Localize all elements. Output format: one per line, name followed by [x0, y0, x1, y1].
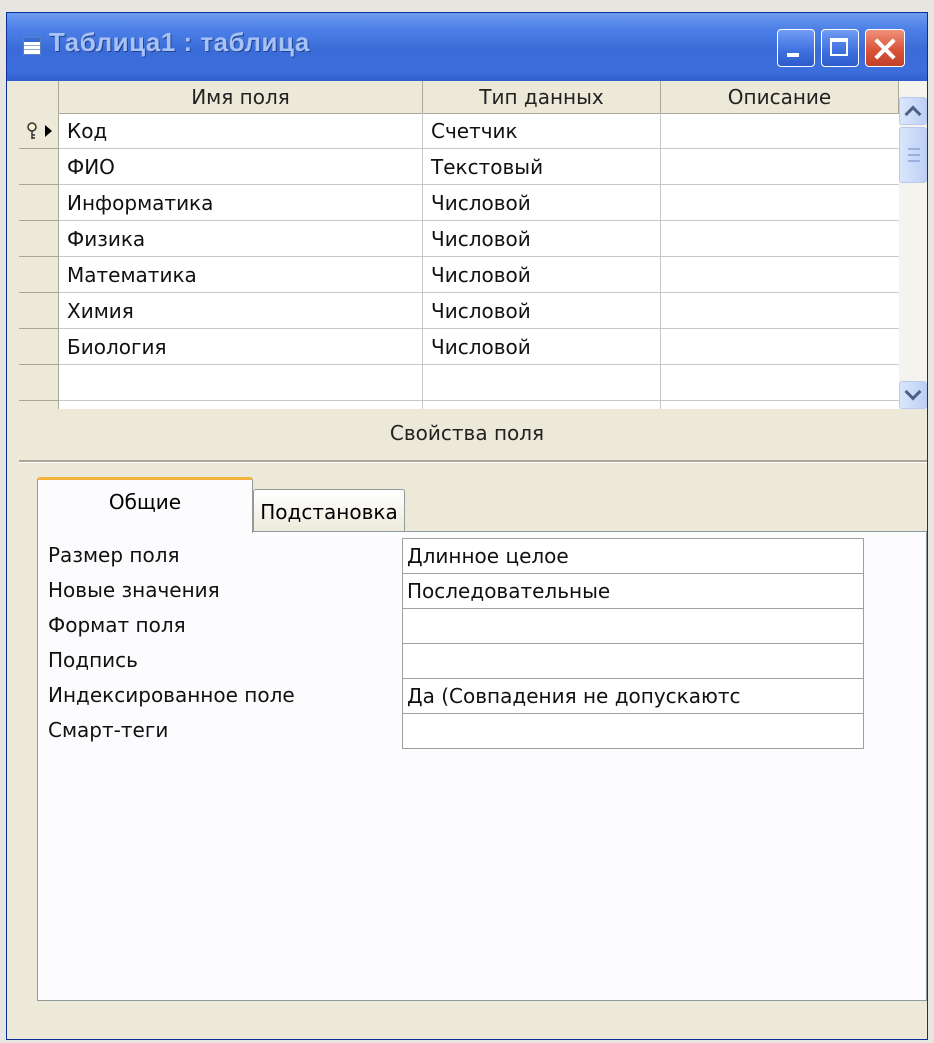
data-type-cell[interactable]: Текстовый	[423, 149, 661, 185]
column-header-data-type[interactable]: Тип данных	[423, 81, 661, 113]
table-row[interactable]	[19, 401, 899, 409]
scroll-up-button[interactable]	[899, 97, 927, 125]
table-row[interactable]: Биология Числовой	[19, 329, 899, 365]
description-cell[interactable]	[661, 293, 899, 329]
table-row[interactable]: Химия Числовой	[19, 293, 899, 329]
column-header-description[interactable]: Описание	[661, 81, 899, 113]
vertical-scrollbar[interactable]	[899, 81, 927, 409]
field-name-cell[interactable]: Физика	[59, 221, 423, 257]
scroll-thumb[interactable]	[899, 127, 927, 183]
tab-lookup[interactable]: Подстановка	[253, 489, 405, 535]
row-selector[interactable]	[19, 293, 59, 329]
field-properties-caption: Свойства поля	[389, 421, 545, 445]
description-cell[interactable]	[661, 365, 899, 401]
window-title: Таблица1 : таблица	[49, 27, 310, 57]
property-row: Новые значения Последовательные	[38, 573, 868, 609]
property-row: Подпись	[38, 643, 868, 679]
property-value-field[interactable]	[402, 713, 864, 749]
table-row[interactable]: Физика Числовой	[19, 221, 899, 257]
tab-general[interactable]: Общие	[37, 477, 253, 533]
description-cell[interactable]	[661, 401, 899, 409]
row-selector[interactable]	[19, 365, 59, 401]
field-name-cell[interactable]: Информатика	[59, 185, 423, 221]
column-header-field-name[interactable]: Имя поля	[59, 81, 423, 113]
property-label: Размер поля	[48, 543, 180, 567]
chevron-down-icon	[904, 383, 922, 401]
close-button[interactable]	[865, 29, 905, 67]
field-grid: Имя поля Тип данных Описание Код Счетчик Ф…	[19, 81, 899, 409]
property-value-field[interactable]: Последовательные	[402, 573, 864, 609]
header-corner[interactable]	[19, 81, 59, 113]
table-row[interactable]: ФИО Текстовый	[19, 149, 899, 185]
description-cell[interactable]	[661, 185, 899, 221]
field-name-cell[interactable]: Код	[59, 113, 423, 149]
primary-key-icon	[27, 122, 37, 139]
property-row: Размер поля Длинное целое	[38, 538, 868, 574]
property-value-field[interactable]	[402, 643, 864, 679]
table-design-window: Таблица1 : таблица Имя поля Тип данных О…	[6, 12, 928, 1040]
grid-header: Имя поля Тип данных Описание	[19, 81, 899, 114]
data-type-cell[interactable]: Числовой	[423, 329, 661, 365]
general-properties-panel: Размер поля Длинное целое Новые значения По…	[37, 531, 927, 1001]
field-name-cell[interactable]: Математика	[59, 257, 423, 293]
field-name-cell[interactable]	[59, 365, 423, 401]
property-value-field[interactable]: Да (Совпадения не допускаютс	[402, 678, 864, 714]
property-row: Формат поля	[38, 608, 868, 644]
row-selector[interactable]	[19, 329, 59, 365]
data-type-cell[interactable]: Счетчик	[423, 113, 661, 149]
table-icon	[23, 37, 41, 55]
property-label: Подпись	[48, 648, 138, 672]
property-row: Индексированное поле Да (Совпадения не до…	[38, 678, 868, 714]
pane-divider[interactable]	[19, 460, 927, 463]
field-name-cell[interactable]	[59, 401, 423, 409]
title-bar[interactable]: Таблица1 : таблица	[7, 13, 927, 81]
row-selector[interactable]	[19, 257, 59, 293]
scroll-down-button[interactable]	[899, 381, 927, 409]
current-row-arrow-icon	[45, 125, 52, 137]
field-name-cell[interactable]: Биология	[59, 329, 423, 365]
field-name-cell[interactable]: ФИО	[59, 149, 423, 185]
row-selector[interactable]	[19, 149, 59, 185]
property-row: Смарт-теги	[38, 713, 868, 749]
desktop-frame	[0, 0, 934, 12]
row-selector[interactable]	[19, 113, 59, 149]
field-name-cell[interactable]: Химия	[59, 293, 423, 329]
description-cell[interactable]	[661, 329, 899, 365]
table-row[interactable]	[19, 365, 899, 401]
row-selector[interactable]	[19, 401, 59, 409]
data-type-cell[interactable]: Числовой	[423, 293, 661, 329]
row-selector[interactable]	[19, 185, 59, 221]
property-value-field[interactable]	[402, 608, 864, 644]
data-type-cell[interactable]: Числовой	[423, 257, 661, 293]
property-label: Индексированное поле	[48, 683, 295, 707]
description-cell[interactable]	[661, 113, 899, 149]
table-row[interactable]: Код Счетчик	[19, 113, 899, 149]
description-cell[interactable]	[661, 257, 899, 293]
maximize-button[interactable]	[821, 29, 859, 67]
table-row[interactable]: Информатика Числовой	[19, 185, 899, 221]
row-selector[interactable]	[19, 221, 59, 257]
data-type-cell[interactable]	[423, 401, 661, 409]
property-label: Смарт-теги	[48, 718, 169, 742]
chevron-up-icon	[904, 105, 922, 123]
property-label: Новые значения	[48, 578, 220, 602]
description-cell[interactable]	[661, 149, 899, 185]
description-cell[interactable]	[661, 221, 899, 257]
property-value-field[interactable]: Длинное целое	[402, 538, 864, 574]
minimize-button[interactable]	[777, 29, 815, 67]
property-label: Формат поля	[48, 613, 186, 637]
data-type-cell[interactable]: Числовой	[423, 185, 661, 221]
table-row[interactable]: Математика Числовой	[19, 257, 899, 293]
data-type-cell[interactable]: Числовой	[423, 221, 661, 257]
data-type-cell[interactable]	[423, 365, 661, 401]
